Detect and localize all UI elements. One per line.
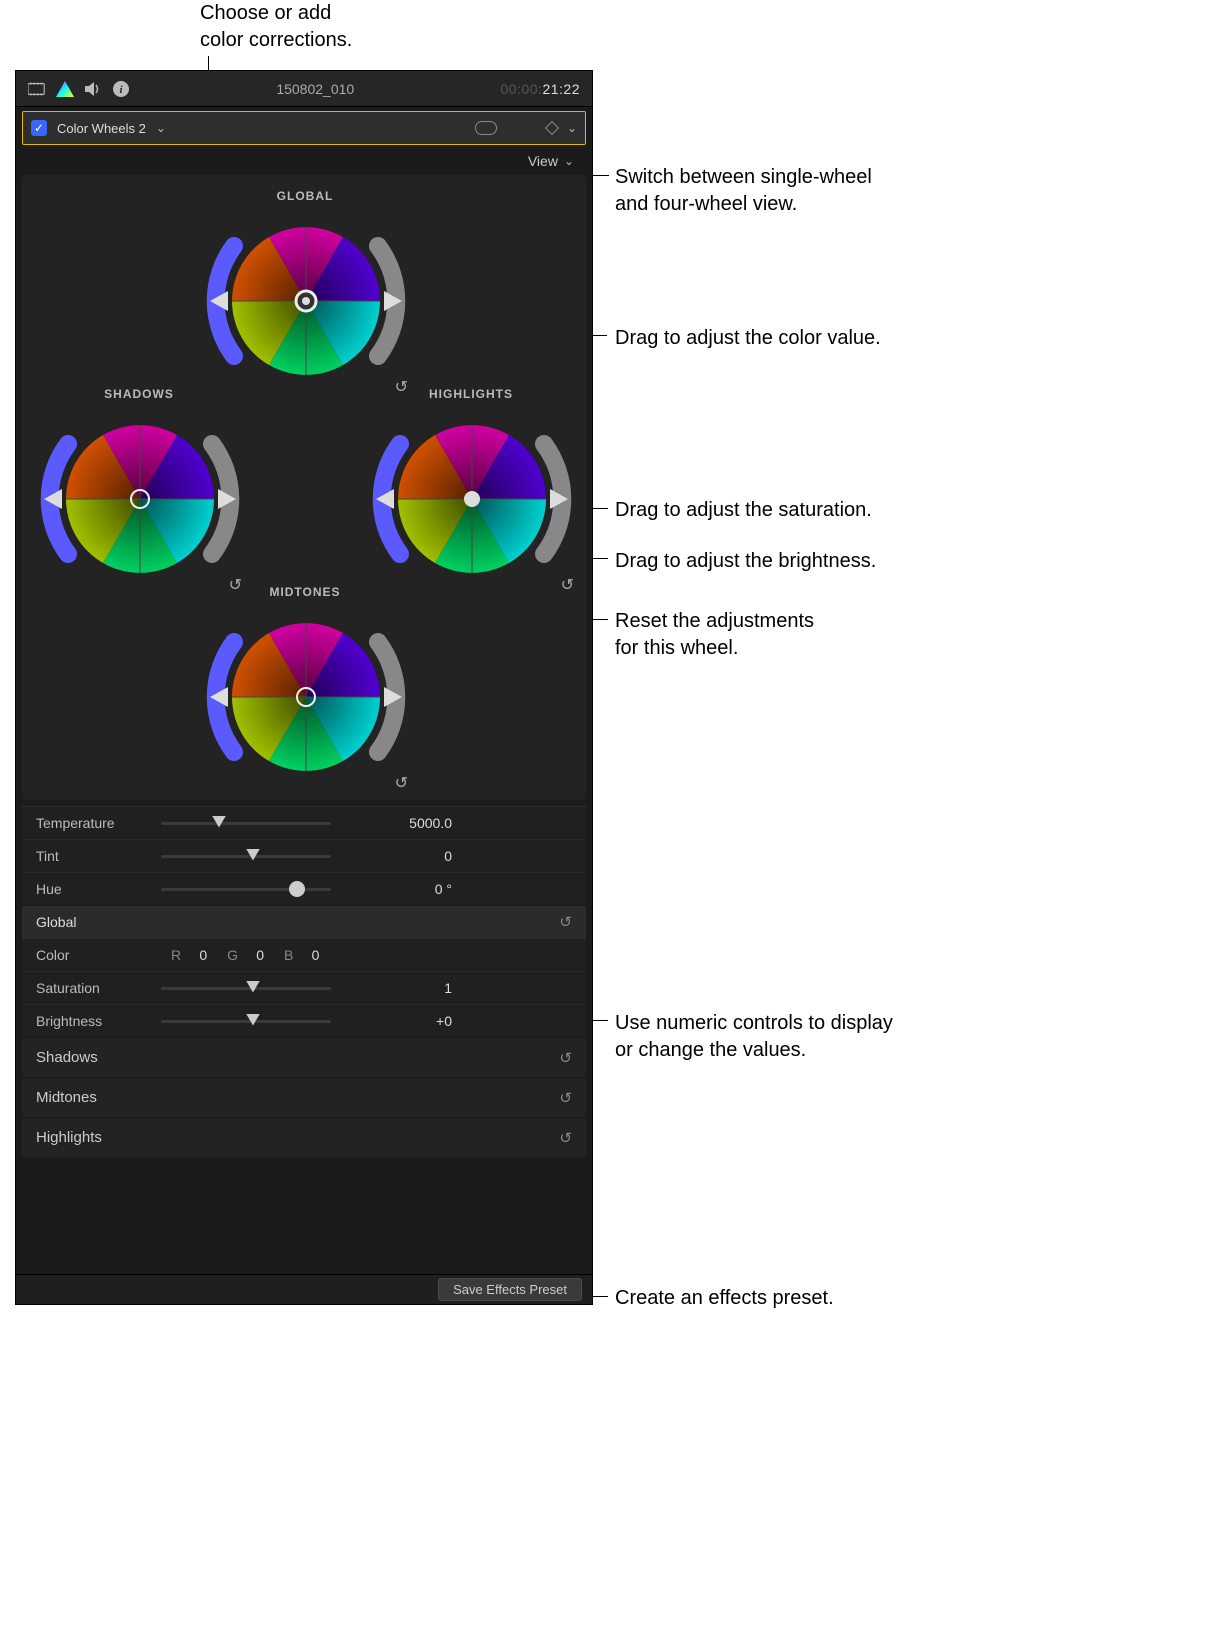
timecode: 00:00:21:22 (501, 81, 580, 97)
info-tab-icon[interactable]: i (112, 80, 130, 98)
reset-icon[interactable]: ↺ (559, 1129, 572, 1147)
audio-tab-icon[interactable] (84, 80, 102, 98)
saturation-label: Saturation (36, 980, 161, 996)
annotation-top: Choose or add color corrections. (200, 0, 352, 54)
temperature-slider[interactable] (161, 822, 331, 825)
b-label: B (284, 947, 293, 963)
temperature-row: Temperature 5000.0 (22, 806, 586, 839)
hue-row: Hue 0 ° (22, 872, 586, 905)
temperature-value[interactable]: 5000.0 (372, 815, 452, 831)
tint-label: Tint (36, 848, 161, 864)
annotation-reset: Reset the adjustments for this wheel. (615, 608, 814, 662)
parameter-sliders: Temperature 5000.0 Tint 0 Hue 0 ° Global… (22, 806, 586, 1157)
g-label: G (227, 947, 238, 963)
reset-icon[interactable]: ↺ (559, 1089, 572, 1107)
saturation-slider[interactable] (161, 987, 331, 990)
r-value[interactable]: 0 (187, 947, 207, 963)
color-row: Color R0 G0 B0 (22, 938, 586, 971)
tint-row: Tint 0 (22, 839, 586, 872)
reset-icon[interactable]: ↺ (559, 913, 572, 931)
annotation-bri: Drag to adjust the brightness. (615, 548, 876, 575)
inspector-header: i 150802_010 00:00:21:22 (16, 71, 592, 107)
view-menu[interactable]: View (528, 153, 558, 169)
r-label: R (171, 947, 181, 963)
reset-icon[interactable]: ↺ (395, 773, 408, 793)
color-inspector-panel: i 150802_010 00:00:21:22 ✓ Color Wheels … (15, 70, 593, 1305)
annotation-numeric: Use numeric controls to display or chang… (615, 1010, 893, 1064)
save-preset-button[interactable]: Save Effects Preset (438, 1278, 582, 1301)
keyframe-icon[interactable] (545, 121, 559, 135)
color-wheel-midtones[interactable]: ↺ (216, 607, 394, 785)
color-wheel-global[interactable]: ↺ (216, 211, 394, 389)
brightness-label: Brightness (36, 1013, 161, 1029)
color-wheel-shadows[interactable]: ↺ (50, 409, 228, 587)
temperature-label: Temperature (36, 815, 161, 831)
hue-slider[interactable] (161, 888, 331, 891)
g-value[interactable]: 0 (244, 947, 264, 963)
global-section-header[interactable]: Global ↺ (22, 905, 586, 938)
color-tab-icon[interactable] (56, 80, 74, 98)
hue-label: Hue (36, 881, 161, 897)
color-wheel-highlights[interactable]: ↺ (382, 409, 560, 587)
saturation-row: Saturation 1 (22, 971, 586, 1004)
annotation-view: Switch between single-wheel and four-whe… (615, 164, 872, 218)
saturation-value[interactable]: 1 (372, 980, 452, 996)
chevron-down-icon[interactable]: ⌄ (156, 121, 166, 135)
inspector-footer: Save Effects Preset (16, 1274, 592, 1304)
reset-icon[interactable]: ↺ (559, 1049, 572, 1067)
mask-icon[interactable] (475, 121, 497, 135)
global-section-title: Global (36, 914, 76, 930)
effect-enable-checkbox[interactable]: ✓ (31, 120, 47, 136)
shadows-section[interactable]: Shadows ↺ (22, 1037, 586, 1077)
color-label: Color (36, 947, 161, 963)
clip-name: 150802_010 (130, 81, 501, 97)
brightness-value[interactable]: +0 (372, 1013, 452, 1029)
brightness-row: Brightness +0 (22, 1004, 586, 1037)
video-tab-icon[interactable] (28, 80, 46, 98)
shadows-section-label: Shadows (36, 1049, 98, 1066)
annotation-center: Drag to adjust the color value. (615, 325, 881, 352)
tint-value[interactable]: 0 (372, 848, 452, 864)
color-wheels-area: GLOBAL (22, 175, 586, 800)
chevron-down-icon[interactable]: ⌄ (564, 154, 574, 168)
highlights-section[interactable]: Highlights ↺ (22, 1117, 586, 1157)
midtones-section[interactable]: Midtones ↺ (22, 1077, 586, 1117)
tint-slider[interactable] (161, 855, 331, 858)
chevron-down-icon[interactable]: ⌄ (567, 121, 577, 135)
highlights-section-label: Highlights (36, 1129, 102, 1146)
midtones-section-label: Midtones (36, 1089, 97, 1106)
reset-icon[interactable]: ↺ (561, 575, 574, 595)
effect-name[interactable]: Color Wheels 2 (57, 121, 146, 136)
hue-value[interactable]: 0 ° (372, 881, 452, 897)
b-value[interactable]: 0 (299, 947, 319, 963)
effect-header-bar: ✓ Color Wheels 2 ⌄ ⌄ (22, 111, 586, 145)
annotation-preset: Create an effects preset. (615, 1285, 834, 1312)
annotation-sat: Drag to adjust the saturation. (615, 497, 872, 524)
brightness-slider[interactable] (161, 1020, 331, 1023)
